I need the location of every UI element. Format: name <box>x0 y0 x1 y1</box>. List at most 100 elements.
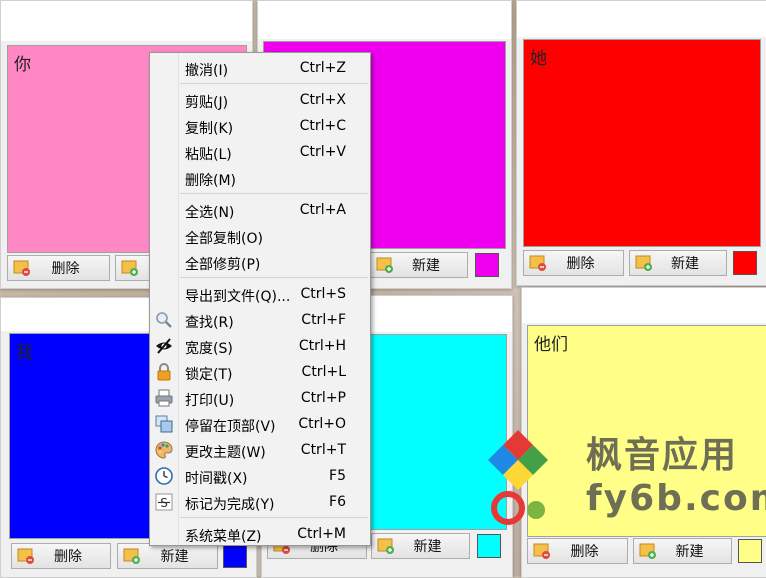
menu-item-label: 时间戳(X) <box>185 471 248 487</box>
menu-item-shortcut: F5 <box>329 468 346 484</box>
menu-item-print[interactable]: 打印(U) Ctrl+P <box>150 385 370 411</box>
menu-item-system-menu[interactable]: 系统菜单(Z) Ctrl+M <box>150 521 370 547</box>
menu-item-shortcut: Ctrl+O <box>298 416 346 432</box>
watermark-title: 枫音应用 <box>586 435 739 476</box>
delete-button[interactable]: 删除 <box>7 255 110 281</box>
new-label: 新建 <box>413 539 442 555</box>
menu-item-shortcut: Ctrl+H <box>298 338 346 354</box>
note-title-area[interactable] <box>522 288 766 323</box>
menu-item-export[interactable]: 导出到文件(Q)... Ctrl+S <box>150 281 370 307</box>
note-text: 你 <box>14 55 31 75</box>
menu-item-change-theme[interactable]: 更改主题(W) Ctrl+T <box>150 437 370 463</box>
new-button[interactable]: 新建 <box>633 538 732 564</box>
new-label: 新建 <box>671 256 699 272</box>
lock-icon <box>155 363 173 381</box>
menu-item-label: 系统菜单(Z) <box>185 529 262 545</box>
sticky-note-red: 她 删除 新建 <box>516 0 766 286</box>
new-note-icon <box>639 543 657 559</box>
menu-item-shortcut: Ctrl+V <box>299 144 346 160</box>
menu-item-label: 全选(N) <box>185 205 235 221</box>
menu-item-copy-all[interactable]: 全部复制(O) <box>150 223 370 249</box>
watermark-logo-icon <box>488 430 548 525</box>
color-swatch[interactable] <box>738 539 762 563</box>
menu-item-delete[interactable]: 删除(M) <box>150 165 370 191</box>
menu-item-shortcut: Ctrl+T <box>300 442 346 458</box>
menu-item-label: 更改主题(W) <box>185 445 266 461</box>
menu-item-undo[interactable]: 撤消(I) Ctrl+Z <box>150 55 370 81</box>
menu-separator <box>180 277 368 278</box>
new-label: 新建 <box>160 549 189 565</box>
menu-item-label: 导出到文件(Q)... <box>185 289 291 305</box>
new-label: 新建 <box>675 544 704 560</box>
menu-item-mark-done[interactable]: S 标记为完成(Y) F6 <box>150 489 370 515</box>
hidden-eye-icon <box>155 337 173 355</box>
watermark: 枫音应用 fy6b.com <box>484 420 766 540</box>
menu-item-shortcut: Ctrl+L <box>301 364 346 380</box>
menu-item-label: 全部复制(O) <box>185 231 263 247</box>
menu-item-timestamp[interactable]: 时间戳(X) F5 <box>150 463 370 489</box>
new-button[interactable]: 新建 <box>629 250 727 276</box>
menu-item-label: 全部修剪(P) <box>185 257 261 273</box>
color-swatch[interactable] <box>733 251 757 275</box>
menu-item-shortcut: Ctrl+M <box>297 526 346 542</box>
menu-item-select-all[interactable]: 全选(N) Ctrl+A <box>150 197 370 223</box>
clock-icon <box>155 467 173 485</box>
color-swatch[interactable] <box>223 544 247 568</box>
delete-label: 删除 <box>54 549 82 565</box>
menu-item-label: 粘贴(L) <box>185 147 232 163</box>
menu-item-label: 撤消(I) <box>185 63 229 79</box>
note-text: 我 <box>16 343 33 363</box>
color-swatch[interactable] <box>475 253 499 277</box>
delete-button[interactable]: 删除 <box>523 250 624 276</box>
menu-item-shortcut: Ctrl+C <box>299 118 346 134</box>
delete-button[interactable]: 删除 <box>11 543 111 569</box>
delete-label: 删除 <box>51 261 80 277</box>
new-note-icon <box>377 538 395 554</box>
new-note-icon <box>121 260 139 276</box>
note-text: 她 <box>530 49 547 69</box>
menu-item-cut[interactable]: 剪贴(J) Ctrl+X <box>150 87 370 113</box>
menu-item-shortcut: Ctrl+F <box>301 312 346 328</box>
menu-separator <box>180 517 368 518</box>
menu-item-label: 标记为完成(Y) <box>185 497 275 513</box>
menu-item-shortcut: Ctrl+Z <box>299 60 346 76</box>
delete-label: 删除 <box>566 256 595 272</box>
delete-note-icon <box>529 255 547 271</box>
new-button[interactable]: 新建 <box>370 252 468 278</box>
delete-note-icon <box>17 548 35 564</box>
menu-item-stay-on-top[interactable]: 停留在顶部(V) Ctrl+O <box>150 411 370 437</box>
menu-item-label: 打印(U) <box>185 393 235 409</box>
menu-separator <box>180 193 368 194</box>
menu-item-paste[interactable]: 粘贴(L) Ctrl+V <box>150 139 370 165</box>
menu-item-copy[interactable]: 复制(K) Ctrl+C <box>150 113 370 139</box>
stack-windows-icon <box>155 415 173 433</box>
menu-item-shortcut: Ctrl+A <box>299 202 346 218</box>
delete-label: 删除 <box>570 544 599 560</box>
note-title-area[interactable] <box>1 1 252 41</box>
menu-item-width[interactable]: 宽度(S) Ctrl+H <box>150 333 370 359</box>
menu-item-shortcut: Ctrl+X <box>299 92 346 108</box>
menu-item-label: 剪贴(J) <box>185 95 229 111</box>
menu-item-shortcut: Ctrl+S <box>300 286 346 302</box>
menu-item-label: 查找(R) <box>185 315 234 331</box>
strikethrough-icon: S <box>155 493 173 511</box>
watermark-url: fy6b.com <box>586 478 766 519</box>
new-label: 新建 <box>412 258 440 274</box>
note-text-area[interactable]: 她 <box>523 39 761 247</box>
new-button[interactable] <box>115 255 151 281</box>
delete-note-icon <box>13 260 31 276</box>
note-title-area[interactable] <box>258 1 511 39</box>
menu-item-trim-all[interactable]: 全部修剪(P) <box>150 249 370 275</box>
new-button[interactable]: 新建 <box>371 533 470 559</box>
menu-item-find[interactable]: 查找(R) Ctrl+F <box>150 307 370 333</box>
note-title-area[interactable] <box>517 1 766 37</box>
menu-item-lock[interactable]: 锁定(T) Ctrl+L <box>150 359 370 385</box>
menu-item-label: 宽度(S) <box>185 341 233 357</box>
delete-button[interactable]: 删除 <box>527 538 628 564</box>
note-text: 他们 <box>534 335 568 355</box>
new-note-icon <box>376 257 394 273</box>
menu-item-label: 停留在顶部(V) <box>185 419 276 435</box>
delete-note-icon <box>533 543 551 559</box>
menu-item-shortcut: F6 <box>329 494 346 510</box>
context-menu: 撤消(I) Ctrl+Z 剪贴(J) Ctrl+X 复制(K) Ctrl+C 粘贴(L… <box>149 52 371 546</box>
